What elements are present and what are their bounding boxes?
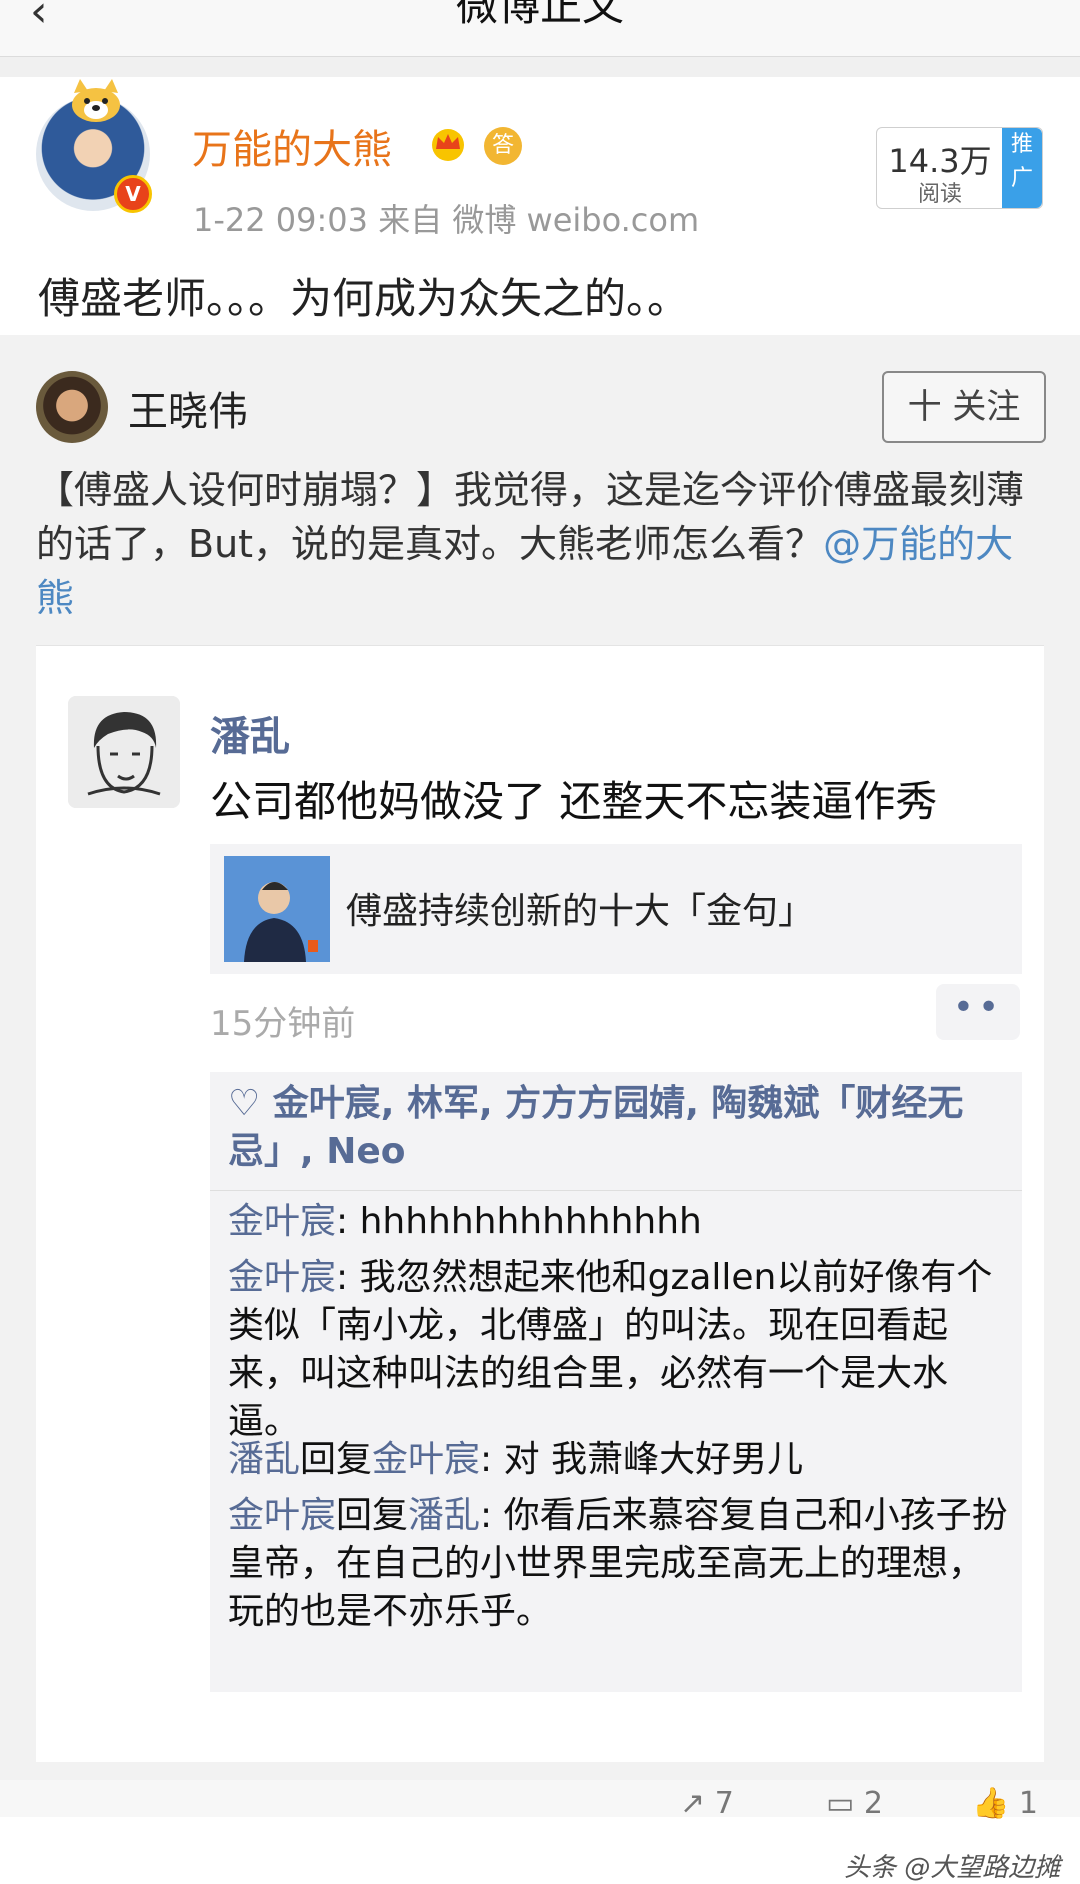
commenter-name: 金叶宸 — [228, 1495, 337, 1536]
follow-button[interactable]: 十 关注 — [882, 371, 1046, 443]
reply-word: 回复 — [336, 1495, 409, 1536]
link-title: 傅盛持续创新的十大「金句」 — [346, 891, 815, 932]
commenter-name: 金叶宸 — [228, 1201, 337, 1242]
comment-text: : hhhhhhhhhhhhhhh — [336, 1201, 702, 1242]
avatar[interactable] — [36, 371, 108, 443]
reply-target-name: 潘乱 — [408, 1495, 481, 1536]
moment-time: 15分钟前 — [210, 1004, 356, 1044]
weibo-post: V 万能的大熊 答 1-22 09:03 来自 微博 weibo.com 14.… — [0, 77, 1080, 333]
watermark: 头条 @大望路边摊 — [844, 1853, 1061, 1883]
repost-count: 7 — [714, 1786, 734, 1821]
answer-badge-icon: 答 — [484, 127, 522, 165]
moment-comments: ♡ 金叶宸, 林军, 方方方园婧, 陶魏斌「财经无忌」, Neo 金叶宸: hh… — [210, 1072, 1022, 1692]
author-name[interactable]: 万能的大熊 — [192, 117, 392, 175]
action-bar: ↗ 7 ▭ 2 👍 1 — [0, 1780, 1080, 1821]
commenter-name: 金叶宸 — [228, 1257, 337, 1298]
share-icon: ↗ — [680, 1786, 706, 1821]
post-text: 傅盛老师。。。为何成为众矢之的。。 — [38, 274, 690, 323]
moment-text: 公司都他妈做没了 还整天不忘装逼作秀 — [210, 777, 938, 826]
avatar — [68, 696, 180, 808]
reply-target-name: 金叶宸 — [372, 1439, 481, 1480]
comment-count: 2 — [863, 1786, 883, 1821]
comment-text: : 对 我萧峰大好男儿 — [480, 1439, 804, 1480]
comment: 金叶宸回复潘乱: 你看后来慕容复自己和小孩子扮皇帝，在自己的小世界里完成至高无上… — [228, 1492, 1018, 1636]
read-label: 阅读 — [917, 182, 962, 207]
sketch-portrait-icon — [68, 696, 180, 808]
reply-word: 回复 — [300, 1439, 373, 1480]
avatar[interactable]: V — [36, 79, 152, 213]
post-meta: 1-22 09:03 来自 微博 weibo.com — [193, 201, 700, 239]
comment-text: : 我忽然想起来他和gzallen以前好像有个类似「南小龙，北傅盛」的叫法。现在… — [228, 1257, 993, 1442]
repost-button[interactable]: ↗ 7 — [680, 1786, 734, 1821]
like-button[interactable]: 👍 1 — [972, 1786, 1038, 1821]
top-nav-bar: ‹ 微博正文 — [0, 0, 1080, 57]
shared-link-card: 傅盛持续创新的十大「金句」 — [210, 844, 1022, 974]
thumbs-up-icon: 👍 — [972, 1786, 1010, 1821]
page-title: 微博正文 — [455, 0, 624, 30]
section-divider — [0, 57, 1080, 77]
person-thumbnail-icon — [224, 856, 330, 962]
read-count-box[interactable]: 14.3万 阅读 推广 — [876, 127, 1043, 209]
divider — [210, 1190, 1022, 1191]
crown-icon — [432, 129, 464, 161]
repost-author-name[interactable]: 王晓伟 — [128, 379, 248, 437]
reposted-weibo[interactable]: 王晓伟 十 关注 【傅盛人设何时崩塌？】我觉得，这是迄今评价傅盛最刻薄的话了，B… — [0, 335, 1080, 1883]
comment: 金叶宸: hhhhhhhhhhhhhhh — [228, 1198, 1018, 1246]
moment-author-name: 潘乱 — [210, 714, 290, 760]
comment-button[interactable]: ▭ 2 — [826, 1786, 883, 1821]
comment: 金叶宸: 我忽然想起来他和gzallen以前好像有个类似「南小龙，北傅盛」的叫法… — [228, 1254, 1018, 1446]
link-thumbnail — [224, 856, 330, 962]
likes-list: ♡ 金叶宸, 林军, 方方方园婧, 陶魏斌「财经无忌」, Neo — [228, 1083, 964, 1172]
commenter-name: 潘乱 — [228, 1439, 301, 1480]
promote-label[interactable]: 推广 — [1002, 128, 1042, 208]
more-icon: •• — [936, 984, 1020, 1040]
verified-badge: V — [114, 175, 152, 213]
dog-hat-icon — [72, 79, 120, 122]
comment-icon: ▭ — [826, 1786, 855, 1821]
like-count: 1 — [1018, 1786, 1038, 1821]
repost-text: 【傅盛人设何时崩塌？】我觉得，这是迄今评价傅盛最刻薄的话了，But，说的是真对。… — [36, 463, 1046, 625]
comment: 潘乱回复金叶宸: 对 我萧峰大好男儿 — [228, 1436, 1018, 1484]
wechat-moments-screenshot: 潘乱 公司都他妈做没了 还整天不忘装逼作秀 傅盛持续创新的十大「金句」 15分钟… — [36, 645, 1044, 1762]
